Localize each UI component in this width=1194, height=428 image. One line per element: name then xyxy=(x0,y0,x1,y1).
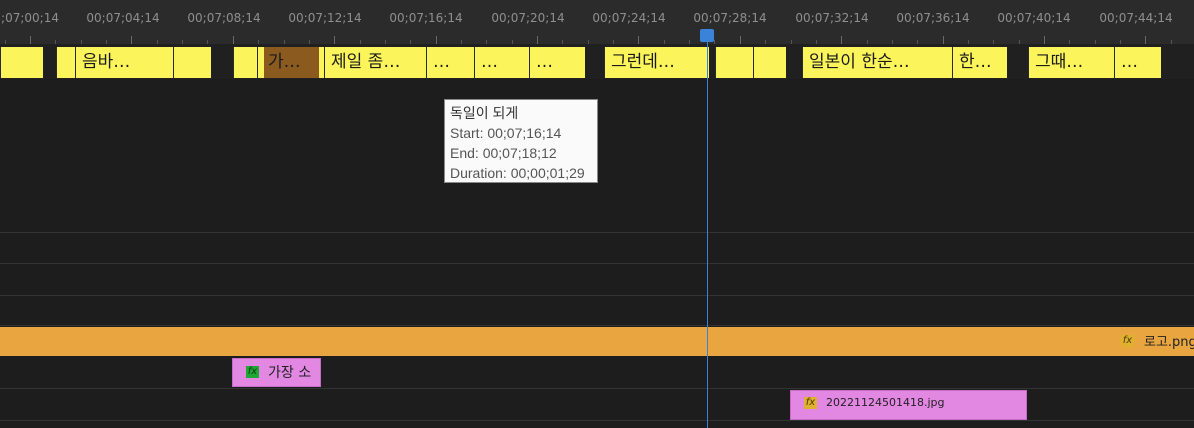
ruler-tick xyxy=(334,36,335,44)
caption-clip[interactable] xyxy=(0,47,43,78)
track-divider xyxy=(0,263,1194,264)
caption-text: 일본이 한순… xyxy=(809,52,910,72)
caption-track: 음바… 가… 제일 좀… … … … 그런데… 일본이 한순… 한… 그때… … xyxy=(0,44,1194,79)
fx-icon: fx xyxy=(804,397,817,409)
caption-clip[interactable]: … xyxy=(1114,47,1161,78)
ruler-label: 00;07;08;14 xyxy=(187,11,261,25)
playhead-handle[interactable] xyxy=(700,29,714,42)
clip-label: 가장 소 xyxy=(268,365,312,381)
caption-text: … xyxy=(481,52,498,72)
caption-text: 제일 좀… xyxy=(331,52,401,72)
clip-label: 로고.png xyxy=(1144,335,1194,350)
ruler-label: 00;07;28;14 xyxy=(693,11,767,25)
ruler-label: 00;07;32;14 xyxy=(795,11,869,25)
caption-text: 가… xyxy=(264,47,319,78)
tooltip-title: 독일이 되게 xyxy=(450,105,519,121)
caption-clip[interactable] xyxy=(56,47,75,78)
caption-clip[interactable] xyxy=(715,47,753,78)
track-divider xyxy=(0,388,1194,389)
caption-text: … xyxy=(536,52,553,72)
caption-clip[interactable]: 음바… xyxy=(75,47,173,78)
ruler-label: 00;07;16;14 xyxy=(389,11,463,25)
ruler-tick xyxy=(233,36,234,44)
tooltip-start: Start: 00;07;16;14 xyxy=(450,125,562,141)
playhead-line xyxy=(707,38,708,428)
ruler-label: 00;07;20;14 xyxy=(491,11,565,25)
timecode-ruler[interactable]: ;07;00;14 00;07;04;14 00;07;08;14 00;07;… xyxy=(0,0,1194,44)
ruler-tick xyxy=(740,36,741,44)
ruler-tick xyxy=(537,36,538,44)
caption-clip[interactable]: 그런데… xyxy=(604,47,709,78)
ruler-tick xyxy=(943,36,944,44)
caption-text: … xyxy=(1121,52,1138,72)
fx-icon: fx xyxy=(246,366,259,378)
caption-clip[interactable]: … xyxy=(474,47,529,78)
ruler-tick xyxy=(30,36,31,44)
ruler-tick xyxy=(841,36,842,44)
caption-clip[interactable] xyxy=(233,47,257,78)
ruler-tick xyxy=(131,36,132,44)
caption-clip[interactable]: 한… xyxy=(952,47,1007,78)
caption-text: 음바… xyxy=(82,52,131,72)
caption-text: … xyxy=(433,52,450,72)
ruler-label: 00;07;24;14 xyxy=(592,11,666,25)
ruler-label: 00;07;40;14 xyxy=(997,11,1071,25)
ruler-tick xyxy=(638,36,639,44)
ruler-tick xyxy=(436,36,437,44)
ruler-label: 00;07;12;14 xyxy=(288,11,362,25)
caption-clip[interactable]: … xyxy=(529,47,585,78)
caption-clip[interactable]: 그때… xyxy=(1028,47,1114,78)
logo-clip[interactable]: fx 로고.png xyxy=(0,327,1194,356)
track-divider xyxy=(0,420,1194,421)
fx-icon: fx xyxy=(1121,335,1134,347)
ruler-label: 00;07;44;14 xyxy=(1099,11,1173,25)
clip-label: 20221124501418.jpg xyxy=(826,396,945,409)
ruler-label: 00;07;36;14 xyxy=(896,11,970,25)
ruler-label: 00;07;04;14 xyxy=(86,11,160,25)
ruler-label: ;07;00;14 xyxy=(1,11,59,25)
caption-clip[interactable]: … xyxy=(426,47,474,78)
caption-text: 그때… xyxy=(1035,52,1084,72)
caption-text: 한… xyxy=(959,52,992,72)
tooltip-duration: Duration: 00;00;01;29 xyxy=(450,165,585,181)
image-clip[interactable]: fx 20221124501418.jpg xyxy=(790,390,1027,420)
caption-clip[interactable] xyxy=(173,47,211,78)
ruler-tick xyxy=(1145,36,1146,44)
caption-clip[interactable]: 제일 좀… xyxy=(324,47,426,78)
track-divider xyxy=(0,325,1194,326)
caption-clip[interactable] xyxy=(753,47,786,78)
caption-tooltip: 독일이 되게 Start: 00;07;16;14 End: 00;07;18;… xyxy=(444,99,598,183)
caption-clip-selected[interactable]: 가… xyxy=(257,47,324,78)
graphic-clip-small[interactable]: fx 가장 소 xyxy=(232,358,321,387)
ruler-tick xyxy=(1044,36,1045,44)
tooltip-end: End: 00;07;18;12 xyxy=(450,145,557,161)
track-divider xyxy=(0,295,1194,296)
track-divider xyxy=(0,232,1194,233)
caption-clip[interactable]: 일본이 한순… xyxy=(802,47,952,78)
caption-text: 그런데… xyxy=(611,52,675,72)
